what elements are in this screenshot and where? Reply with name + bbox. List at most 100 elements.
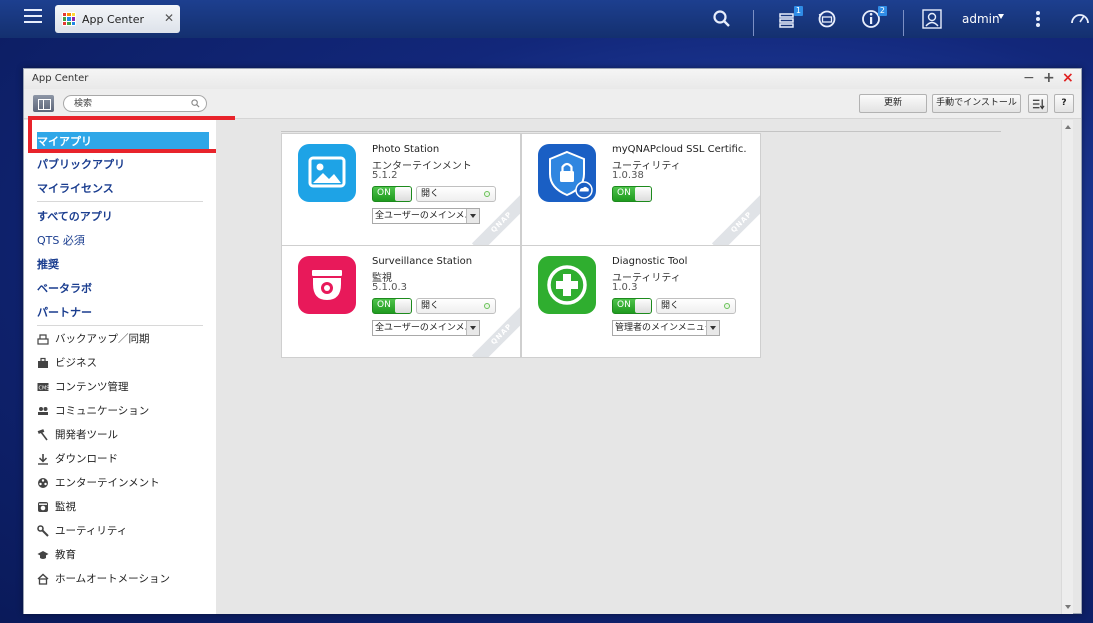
minimize-icon[interactable]: −	[1023, 71, 1035, 85]
wrench-icon	[37, 525, 49, 537]
close-icon[interactable]: ✕	[164, 11, 174, 25]
sidebar-item-partners[interactable]: パートナー	[37, 304, 203, 322]
sidebar-item-label: 監視	[55, 501, 76, 513]
main-menu-visibility-select[interactable]: 管理者のメインメニュー	[612, 320, 720, 336]
dashboard-gauge-icon[interactable]	[1069, 8, 1091, 30]
sidebar-item-utilities[interactable]: ユーティリティ	[37, 522, 203, 540]
sidebar-item-home-automation[interactable]: ホームオートメーション	[37, 570, 203, 588]
status-dot-icon	[484, 191, 490, 197]
sidebar-divider	[37, 201, 203, 202]
app-enable-toggle[interactable]: ON	[612, 298, 652, 314]
search-box[interactable]	[63, 95, 207, 112]
sidebar-item-entertainment[interactable]: エンターテインメント	[37, 474, 203, 492]
app-enable-toggle[interactable]: ON	[372, 298, 412, 314]
sidebar-toggle-icon[interactable]	[33, 95, 54, 112]
window-titlebar[interactable]: App Center − + ×	[24, 69, 1081, 89]
graduation-cap-icon	[37, 551, 49, 559]
camera-icon	[38, 502, 48, 512]
shield-lock-icon[interactable]	[538, 144, 596, 202]
search-icon[interactable]	[711, 8, 733, 30]
sidebar-item-my-licenses[interactable]: マイライセンス	[37, 180, 203, 198]
content-divider	[281, 131, 1001, 132]
sidebar-item-surveillance[interactable]: 監視	[37, 498, 203, 516]
maximize-icon[interactable]: +	[1043, 71, 1055, 85]
chevron-down-icon	[706, 321, 719, 335]
app-enable-toggle[interactable]: ON	[612, 186, 652, 202]
sidebar-item-label: コミュニケーション	[55, 405, 150, 417]
sidebar-item-label: ダウンロード	[55, 453, 118, 465]
update-button[interactable]: 更新	[859, 94, 927, 113]
sidebar-item-communication[interactable]: コミュニケーション	[37, 402, 203, 420]
sidebar-item-my-apps[interactable]: マイアプリ	[37, 133, 203, 151]
medical-cross-icon[interactable]	[538, 256, 596, 314]
app-version: 1.0.3	[612, 282, 638, 293]
app-version: 1.0.38	[612, 170, 644, 181]
main-menu-button[interactable]	[24, 9, 42, 25]
app-grid-area: Photo Station エンターテインメント 5.1.2 ON 開く 全ユー…	[216, 120, 1073, 614]
sidebar-item-label: バックアップ／同期	[55, 333, 150, 345]
app-card-surveillance-station: Surveillance Station 監視 5.1.0.3 ON 開く 全ユ…	[281, 245, 521, 358]
backup-icon	[37, 334, 49, 345]
user-avatar-icon[interactable]	[921, 8, 943, 30]
app-name: Photo Station	[372, 144, 440, 155]
open-app-button[interactable]: 開く	[416, 298, 496, 314]
user-menu-label[interactable]: admin	[962, 12, 1000, 26]
notification-stack-icon[interactable]: 1	[777, 6, 803, 30]
help-button[interactable]: ?	[1054, 94, 1074, 113]
app-name: Surveillance Station	[372, 256, 473, 267]
app-enable-toggle[interactable]: ON	[372, 186, 412, 202]
sidebar-item-download[interactable]: ダウンロード	[37, 450, 203, 468]
sidebar-item-label: エンターテインメント	[55, 477, 160, 489]
sidebar-item-recommended[interactable]: 推奨	[37, 256, 203, 274]
taskbar-tab-app-center[interactable]: App Center ✕	[55, 5, 180, 33]
open-app-button[interactable]: 開く	[416, 186, 496, 202]
sidebar-item-public-apps[interactable]: パブリックアプリ	[37, 156, 203, 174]
app-card-diagnostic-tool: Diagnostic Tool ユーティリティ 1.0.3 ON 開く 管理者の…	[521, 245, 761, 358]
sidebar-item-education[interactable]: 教育	[37, 546, 203, 564]
taskbar-tab-label: App Center	[82, 12, 145, 26]
sidebar-item-label: ビジネス	[55, 357, 97, 369]
main-menu-visibility-select[interactable]: 全ユーザーのメインメニュー	[372, 320, 480, 336]
manual-install-button[interactable]: 手動でインストール	[932, 94, 1021, 113]
app-center-window: App Center − + × 更新 手動でインストール ?	[23, 68, 1082, 614]
sidebar-item-backup-sync[interactable]: バックアップ／同期	[37, 330, 203, 348]
app-card-photo-station: Photo Station エンターテインメント 5.1.2 ON 開く 全ユー…	[281, 133, 521, 246]
more-options-icon[interactable]	[1027, 8, 1049, 30]
sidebar-item-business[interactable]: ビジネス	[37, 354, 203, 372]
app-name: Diagnostic Tool	[612, 256, 688, 267]
sidebar-item-all-apps[interactable]: すべてのアプリ	[37, 208, 203, 226]
event-info-icon[interactable]: 2	[861, 6, 887, 30]
photo-icon[interactable]	[298, 144, 356, 202]
notification-count-badge: 1	[793, 6, 803, 16]
sidebar-item-developer-tools[interactable]: 開発者ツール	[37, 426, 203, 444]
status-dot-icon	[724, 303, 730, 309]
scroll-up-icon	[1065, 125, 1071, 129]
search-icon[interactable]	[191, 99, 200, 108]
sidebar-item-content-management[interactable]: CMS コンテンツ管理	[37, 378, 203, 396]
toolbar-divider	[903, 10, 904, 36]
sidebar-item-label: 教育	[55, 549, 76, 561]
app-name: myQNAPcloud SSL Certific...	[612, 144, 747, 155]
sort-icon[interactable]	[1028, 94, 1048, 113]
chevron-down-icon[interactable]	[998, 14, 1004, 19]
scroll-down-icon	[1065, 605, 1071, 609]
main-menu-visibility-select[interactable]: 全ユーザーのメインメニュー	[372, 208, 480, 224]
sidebar-divider	[37, 325, 203, 326]
app-card-myqnapcloud-ssl: myQNAPcloud SSL Certific... ユーティリティ 1.0.…	[521, 133, 761, 246]
status-dot-icon	[484, 303, 490, 309]
sidebar-item-qts-essentials[interactable]: QTS 必須	[37, 232, 203, 250]
people-icon	[38, 407, 48, 415]
sidebar-item-label: ホームオートメーション	[55, 573, 170, 585]
dome-camera-icon[interactable]	[298, 256, 356, 314]
qnap-ribbon: QNAP	[711, 192, 760, 245]
search-input[interactable]	[74, 97, 184, 110]
app-version: 5.1.0.3	[372, 282, 407, 293]
sidebar-item-beta-lab[interactable]: ベータラボ	[37, 280, 203, 298]
background-tasks-icon[interactable]	[816, 8, 838, 30]
close-icon[interactable]: ×	[1062, 71, 1074, 85]
cms-icon: CMS	[37, 383, 49, 392]
vertical-scrollbar[interactable]	[1061, 120, 1073, 614]
open-app-button[interactable]: 開く	[656, 298, 736, 314]
home-icon	[37, 573, 49, 585]
window-title: App Center	[32, 73, 89, 84]
